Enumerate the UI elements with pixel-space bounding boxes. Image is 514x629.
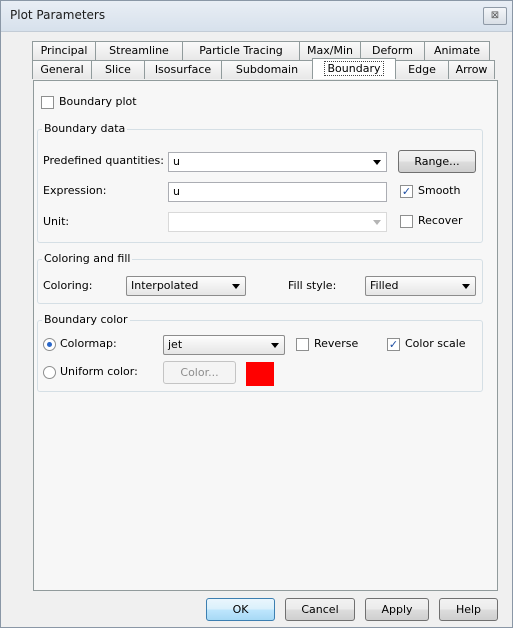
smooth-checkbox[interactable]: ✓ xyxy=(400,185,413,198)
tab-animate[interactable]: Animate xyxy=(424,41,490,60)
predefined-quantities-label: Predefined quantities: xyxy=(43,154,164,167)
tab-edge[interactable]: Edge xyxy=(395,60,449,79)
chevron-down-icon xyxy=(462,284,470,289)
tab-arrow[interactable]: Arrow xyxy=(448,60,495,79)
tab-isosurface[interactable]: Isosurface xyxy=(144,60,222,79)
title-bar: Plot Parameters ⊠ xyxy=(1,1,512,32)
chevron-down-icon xyxy=(373,220,381,225)
chevron-down-icon xyxy=(373,160,381,165)
range-button[interactable]: Range... xyxy=(398,150,476,173)
color-button[interactable]: Color... xyxy=(163,361,236,384)
boundary-plot-label: Boundary plot xyxy=(59,95,137,108)
cancel-button[interactable]: Cancel xyxy=(285,598,355,621)
uniform-color-label: Uniform color: xyxy=(60,365,138,378)
boundary-data-group: Boundary data Predefined quantities: u R… xyxy=(37,122,483,243)
chevron-down-icon xyxy=(271,343,279,348)
recover-checkbox[interactable] xyxy=(400,215,413,228)
fill-style-value: Filled xyxy=(370,279,399,292)
colormap-value: jet xyxy=(168,338,183,351)
window-title: Plot Parameters xyxy=(10,8,106,22)
colormap-radio[interactable] xyxy=(43,338,56,351)
tab-principal[interactable]: Principal xyxy=(32,41,96,60)
unit-select[interactable] xyxy=(168,212,387,232)
reverse-checkbox[interactable] xyxy=(296,338,309,351)
boundary-plot-checkbox[interactable] xyxy=(41,96,54,109)
unit-label: Unit: xyxy=(43,215,70,228)
coloring-select[interactable]: Interpolated xyxy=(126,276,246,296)
fill-style-select[interactable]: Filled xyxy=(365,276,476,296)
expression-label: Expression: xyxy=(43,184,107,197)
expression-input[interactable]: u xyxy=(168,182,387,202)
tab-row-top: Principal Streamline Particle Tracing Ma… xyxy=(32,41,490,60)
plot-parameters-dialog: Plot Parameters ⊠ Principal Streamline P… xyxy=(0,0,513,628)
apply-button[interactable]: Apply xyxy=(365,598,429,621)
predefined-quantities-select[interactable]: u xyxy=(168,152,387,172)
colormap-label: Colormap: xyxy=(60,337,117,350)
help-button[interactable]: Help xyxy=(439,598,498,621)
uniform-color-swatch[interactable] xyxy=(246,362,274,386)
chevron-down-icon xyxy=(232,284,240,289)
coloring-value: Interpolated xyxy=(131,279,199,292)
boundary-tab-panel: Boundary plot Boundary data Predefined q… xyxy=(33,80,498,591)
fill-style-label: Fill style: xyxy=(288,279,337,292)
coloring-fill-group: Coloring and fill Coloring: Interpolated… xyxy=(37,252,483,304)
color-scale-checkbox[interactable]: ✓ xyxy=(387,338,400,351)
tab-row-bottom: General Slice Isosurface Subdomain Bound… xyxy=(32,58,495,79)
tab-subdomain[interactable]: Subdomain xyxy=(221,60,313,79)
reverse-label: Reverse xyxy=(314,337,359,350)
boundary-color-group: Boundary color Colormap: jet Reverse ✓ C… xyxy=(37,313,483,392)
close-icon[interactable]: ⊠ xyxy=(483,7,507,25)
tab-general[interactable]: General xyxy=(32,60,92,79)
tab-boundary[interactable]: Boundary xyxy=(312,58,396,79)
predefined-quantities-value: u xyxy=(173,155,180,168)
tab-slice[interactable]: Slice xyxy=(91,60,145,79)
colormap-select[interactable]: jet xyxy=(163,335,285,355)
coloring-label: Coloring: xyxy=(43,279,93,292)
recover-label: Recover xyxy=(418,214,463,227)
color-scale-label: Color scale xyxy=(405,337,466,350)
ok-button[interactable]: OK xyxy=(206,598,275,621)
tab-particle-tracing[interactable]: Particle Tracing xyxy=(182,41,300,60)
coloring-fill-title: Coloring and fill xyxy=(42,252,133,265)
boundary-color-title: Boundary color xyxy=(42,313,130,326)
uniform-color-radio[interactable] xyxy=(43,366,56,379)
smooth-label: Smooth xyxy=(418,184,461,197)
tab-streamline[interactable]: Streamline xyxy=(95,41,183,60)
boundary-data-title: Boundary data xyxy=(42,122,128,135)
radio-selected-dot xyxy=(47,342,52,347)
tab-boundary-label: Boundary xyxy=(323,61,385,76)
